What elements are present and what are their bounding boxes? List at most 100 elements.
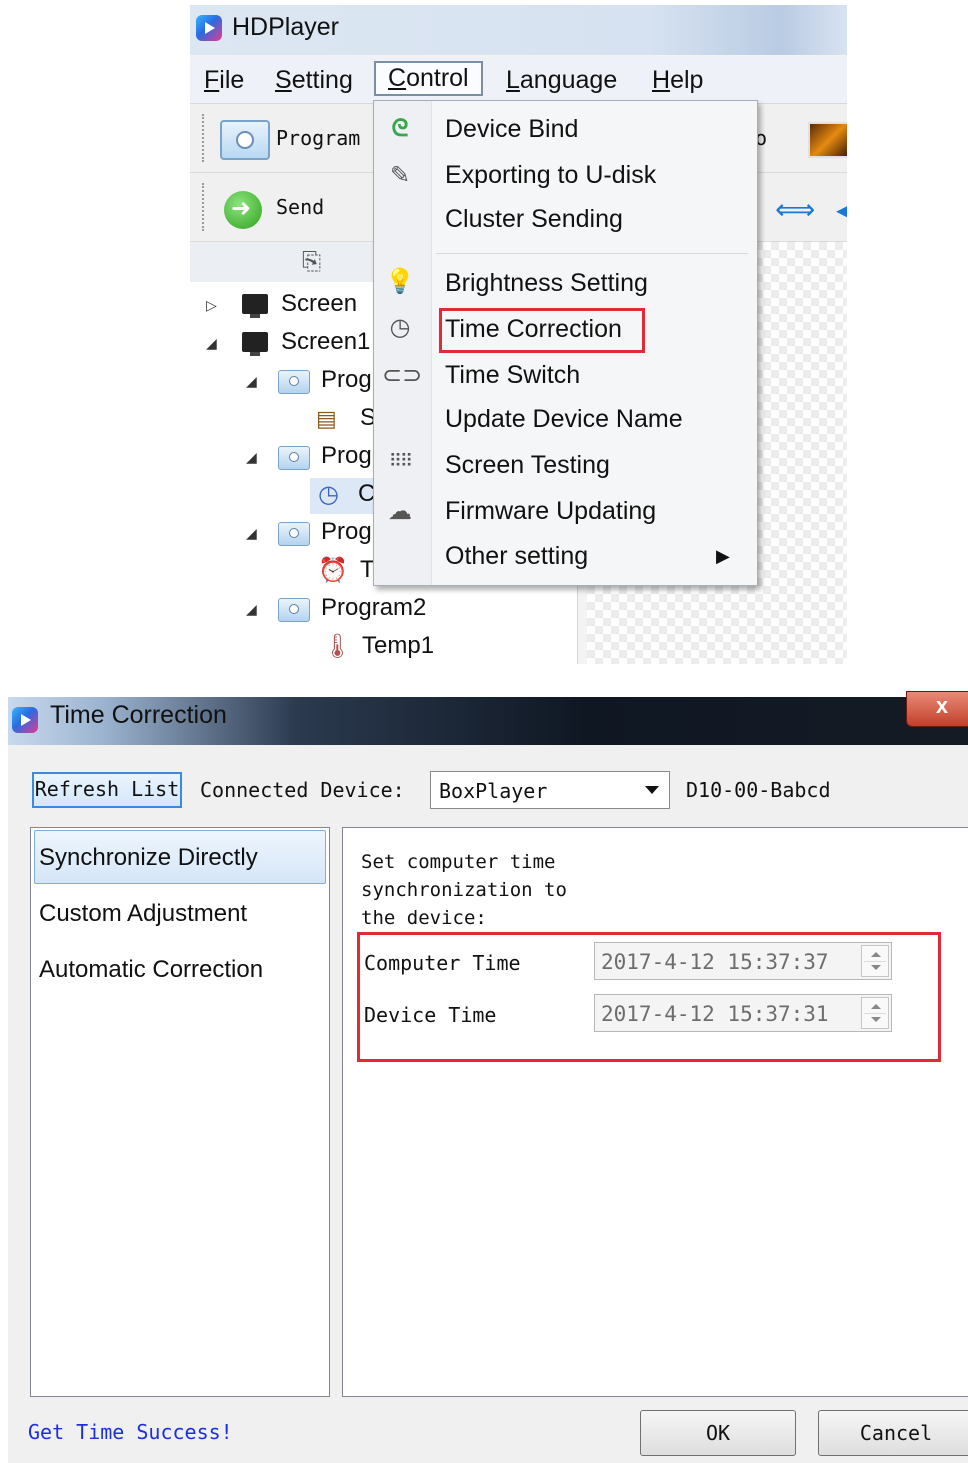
toolbar-grip[interactable] xyxy=(202,114,207,162)
computer-time-label: Computer Time xyxy=(364,951,521,975)
cloud-refresh-icon: ☁ xyxy=(388,498,412,525)
menu-item-device-bind[interactable]: Device Bind xyxy=(445,115,578,144)
tree-item-label: Screen1 xyxy=(281,328,371,355)
time-spinner[interactable] xyxy=(861,945,889,977)
effect-image-icon[interactable] xyxy=(808,122,847,158)
bulb-icon: 💡 xyxy=(385,268,415,295)
subtitle-icon: ▤ xyxy=(316,406,337,431)
window-title: HDPlayer xyxy=(232,13,339,41)
device-select-value: BoxPlayer xyxy=(439,779,548,803)
menu-bar: File Setting Control Language Help xyxy=(190,57,847,104)
dialog-title: Time Correction xyxy=(50,701,227,729)
spin-down-icon[interactable] xyxy=(871,965,881,970)
device-select[interactable]: BoxPlayer xyxy=(430,771,670,809)
description-line: the device: xyxy=(361,907,487,929)
menu-item-screen-testing[interactable]: Screen Testing xyxy=(445,451,610,480)
monitor-icon xyxy=(242,294,268,318)
program-icon xyxy=(278,370,310,394)
menu-control[interactable]: Control xyxy=(374,61,483,96)
mode-automatic-correction[interactable]: Automatic Correction xyxy=(39,956,263,984)
clock-icon: ◷ xyxy=(318,481,339,508)
device-id: D10-00-Babcd xyxy=(686,778,831,802)
menu-help[interactable]: Help xyxy=(652,66,703,95)
time-spinner[interactable] xyxy=(861,997,889,1029)
cancel-button[interactable]: Cancel xyxy=(818,1410,968,1456)
stretch-horizontal-icon[interactable]: ⟺ xyxy=(775,193,815,226)
clock-icon: ◷ xyxy=(389,314,411,341)
description-line: Set computer time xyxy=(361,851,556,873)
menu-item-firmware-updating[interactable]: Firmware Updating xyxy=(445,497,656,526)
collapse-arrow-icon[interactable]: ◢ xyxy=(246,601,257,618)
spin-down-icon[interactable] xyxy=(871,1017,881,1022)
tree-item-label: Screen xyxy=(281,290,358,317)
menu-item-time-switch[interactable]: Time Switch xyxy=(445,361,580,390)
collapse-arrow-icon[interactable]: ◢ xyxy=(246,373,257,390)
magnet-icon: ᘓ xyxy=(391,115,409,142)
correction-mode-list: Synchronize Directly Custom Adjustment A… xyxy=(30,827,330,1397)
menu-item-brightness[interactable]: Brightness Setting xyxy=(445,269,648,298)
toolbar-grip[interactable] xyxy=(202,183,207,231)
menu-item-other-setting[interactable]: Other setting xyxy=(445,542,588,571)
close-button[interactable]: x xyxy=(906,691,968,727)
highlight-box: Computer Time 2017-4-12 15:37:37 Device … xyxy=(357,932,941,1062)
collapse-arrow-icon[interactable]: ◢ xyxy=(246,525,257,542)
menu-item-update-device-name[interactable]: Update Device Name xyxy=(445,405,683,434)
spin-divider xyxy=(864,1013,886,1014)
copy-icon[interactable]: ⎘ xyxy=(302,248,321,276)
menu-item-export-udisk[interactable]: Exporting to U-disk xyxy=(445,161,656,190)
hdplayer-window: HDPlayer File Setting Control Language H… xyxy=(190,5,847,664)
control-dropdown-menu: ᘓ Device Bind ✎ Exporting to U-disk Clus… xyxy=(373,100,758,586)
computer-time-value: 2017-4-12 15:37:37 xyxy=(601,950,829,974)
device-time-field[interactable]: 2017-4-12 15:37:31 xyxy=(594,994,892,1032)
program-icon[interactable] xyxy=(220,120,270,160)
expand-arrow-icon[interactable]: ▷ xyxy=(206,297,217,314)
submenu-arrow-icon: ▶ xyxy=(716,546,730,566)
alarm-clock-icon: ⏰ xyxy=(318,557,348,584)
mode-custom-adjustment[interactable]: Custom Adjustment xyxy=(39,900,247,928)
tree-item-label: Program2 xyxy=(321,594,427,621)
menu-separator xyxy=(436,253,748,254)
menu-language[interactable]: Language xyxy=(506,66,617,95)
title-bar: HDPlayer xyxy=(190,5,847,55)
menu-item-cluster-sending[interactable]: Cluster Sending xyxy=(445,205,623,234)
send-arrow-icon[interactable] xyxy=(224,191,262,229)
app-logo-icon xyxy=(196,15,222,41)
status-message: Get Time Success! xyxy=(28,1420,233,1444)
chevron-down-icon[interactable] xyxy=(645,786,659,794)
tree-item-label: Prog xyxy=(321,366,372,393)
collapse-arrow-icon[interactable]: ◢ xyxy=(206,335,217,352)
connected-device-label: Connected Device: xyxy=(200,778,405,802)
spin-up-icon[interactable] xyxy=(871,952,881,957)
menu-setting[interactable]: Setting xyxy=(275,66,353,95)
menu-item-time-correction[interactable]: Time Correction xyxy=(445,315,622,344)
refresh-list-button[interactable]: Refresh List xyxy=(32,772,182,808)
collapse-arrow-icon[interactable]: ◢ xyxy=(246,449,257,466)
tree-item-label: Prog xyxy=(321,442,372,469)
program-icon xyxy=(278,522,310,546)
description-line: synchronization to xyxy=(361,879,567,901)
app-logo-icon xyxy=(12,707,38,733)
device-time-value: 2017-4-12 15:37:31 xyxy=(601,1002,829,1026)
spin-up-icon[interactable] xyxy=(871,1004,881,1009)
dialog-body: Refresh List Connected Device: BoxPlayer… xyxy=(8,745,968,1463)
thermometer-icon: 🌡 xyxy=(322,633,353,660)
mode-synchronize-directly[interactable]: Synchronize Directly xyxy=(39,844,258,872)
spin-divider xyxy=(864,961,886,962)
program-icon xyxy=(278,446,310,470)
device-time-label: Device Time xyxy=(364,1003,497,1027)
dialog-title-bar: Time Correction x xyxy=(8,691,968,745)
send-button[interactable]: Send xyxy=(276,195,324,219)
computer-time-field[interactable]: 2017-4-12 15:37:37 xyxy=(594,942,892,980)
toggle-icon: ⊂⊃ xyxy=(382,362,423,389)
monitor-icon xyxy=(242,332,268,356)
program-button[interactable]: Program xyxy=(276,126,360,150)
program-icon xyxy=(278,598,310,622)
tree-item-label: Temp1 xyxy=(362,632,435,659)
sync-panel: Set computer time synchronization to the… xyxy=(342,827,968,1397)
usb-icon: ✎ xyxy=(389,162,411,189)
menu-file[interactable]: File xyxy=(204,66,244,95)
grid-dots-icon: ⠿⠿ xyxy=(388,451,413,471)
arrow-left-icon[interactable]: ◀ xyxy=(836,193,847,226)
tree-item-label: Prog xyxy=(321,518,372,545)
ok-button[interactable]: OK xyxy=(640,1410,796,1456)
